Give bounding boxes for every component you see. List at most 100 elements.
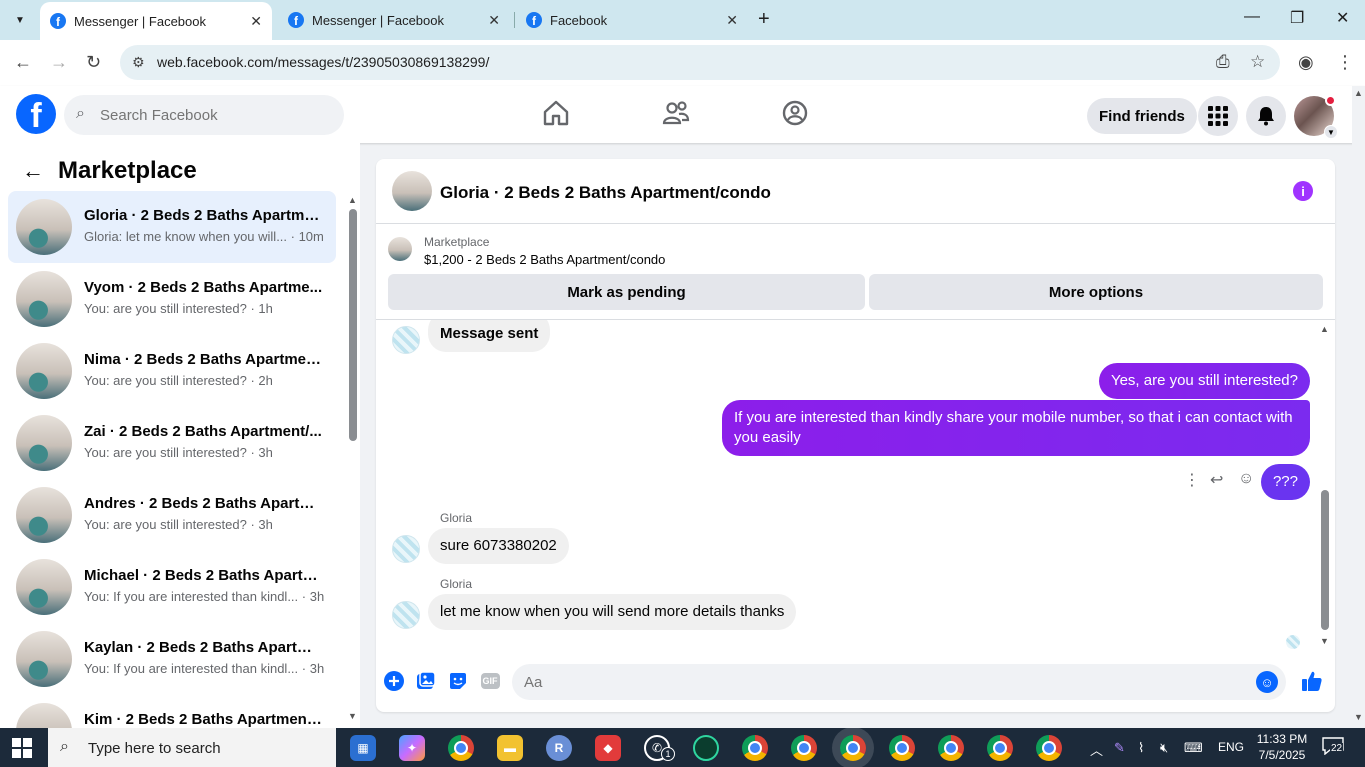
scrollbar-thumb[interactable]: [349, 209, 357, 441]
taskbar-search[interactable]: ⌕ Type here to search: [48, 728, 336, 767]
gif-icon[interactable]: GIF: [479, 670, 501, 692]
back-arrow-icon[interactable]: ←: [22, 158, 44, 184]
minimize-icon[interactable]: —: [1244, 8, 1260, 26]
emoji-icon[interactable]: ☺: [1256, 671, 1278, 693]
sidebar-scrollbar[interactable]: ▲ ▼: [346, 195, 358, 725]
windows-start-icon[interactable]: [12, 738, 32, 758]
scroll-up-arrow-icon[interactable]: ▲: [1354, 88, 1363, 98]
chrome-profile-icon[interactable]: [1036, 735, 1062, 761]
message-bubble[interactable]: let me know when you will send more deta…: [428, 594, 797, 630]
sticker-icon[interactable]: [447, 670, 469, 692]
conversation-item[interactable]: Kaylan · 2 Beds 2 Baths Apartme... You: …: [8, 623, 336, 695]
info-icon[interactable]: i: [1293, 181, 1313, 201]
language-indicator[interactable]: ENG: [1218, 740, 1244, 754]
conversation-item[interactable]: Vyom · 2 Beds 2 Baths Apartme... You: ar…: [8, 263, 336, 335]
page-scrollbar[interactable]: ▲ ▼: [1352, 86, 1365, 728]
back-arrow-icon[interactable]: ←: [14, 52, 32, 73]
tab-messenger-1[interactable]: f Messenger | Facebook ✕: [40, 2, 272, 40]
find-friends-button[interactable]: Find friends: [1087, 98, 1197, 134]
anydesk-icon[interactable]: ◆: [595, 735, 621, 761]
keyboard-icon[interactable]: ⌨: [1184, 740, 1203, 756]
chrome-icon[interactable]: [448, 735, 474, 761]
copilot-icon[interactable]: ✦: [399, 735, 425, 761]
r-app-icon[interactable]: R: [546, 735, 572, 761]
microsoft-store-icon[interactable]: ▦: [350, 735, 376, 761]
facebook-favicon-icon: f: [50, 13, 66, 29]
new-tab-plus-icon[interactable]: +: [758, 8, 770, 31]
tab-close-icon[interactable]: ✕: [488, 12, 500, 29]
conversation-name: Andres · 2 Beds 2 Baths Apartm...: [84, 495, 324, 512]
chrome-profile-icon[interactable]: [987, 735, 1013, 761]
browser-menu-icon[interactable]: ⋮: [1336, 52, 1354, 73]
tab-close-icon[interactable]: ✕: [726, 12, 738, 29]
notification-center-icon[interactable]: 22: [1322, 737, 1352, 757]
scroll-down-arrow-icon[interactable]: ▼: [348, 711, 357, 721]
bookmark-star-icon[interactable]: ☆: [1250, 52, 1265, 72]
tab-facebook[interactable]: f Facebook ✕: [516, 0, 748, 40]
account-avatar[interactable]: ▼: [1294, 95, 1338, 139]
facebook-logo[interactable]: f: [16, 94, 56, 134]
friends-icon[interactable]: [661, 98, 691, 128]
groups-icon[interactable]: [780, 98, 810, 128]
chrome-profile-icon[interactable]: [791, 735, 817, 761]
scroll-down-arrow-icon[interactable]: ▼: [1320, 636, 1329, 646]
profile-icon[interactable]: ◉: [1298, 52, 1314, 73]
network-icon[interactable]: ⌇: [1138, 740, 1144, 756]
more-actions-icon[interactable]: ⋮: [1184, 470, 1200, 490]
chat-scrollbar[interactable]: ▲ ▼: [1319, 324, 1331, 649]
message-input-wrapper[interactable]: ☺: [512, 664, 1286, 700]
chat-title[interactable]: Gloria · 2 Beds 2 Baths Apartment/condo: [440, 183, 771, 203]
chrome-profile-icon[interactable]: [938, 735, 964, 761]
home-icon[interactable]: [541, 98, 571, 128]
message-bubble-outgoing[interactable]: ???: [1260, 464, 1310, 500]
message-bubble[interactable]: sure 6073380202: [428, 528, 569, 564]
taskbar-clock[interactable]: 11:33 PM 7/5/2025: [1252, 731, 1312, 763]
scroll-up-arrow-icon[interactable]: ▲: [348, 195, 357, 205]
react-emoji-icon[interactable]: ☺: [1238, 470, 1254, 488]
site-info-icon[interactable]: ⚙: [132, 54, 145, 71]
conversation-item[interactable]: Zai · 2 Beds 2 Baths Apartment/... You: …: [8, 407, 336, 479]
conversation-item[interactable]: Michael · 2 Beds 2 Baths Apartm... You: …: [8, 551, 336, 623]
tab-messenger-2[interactable]: f Messenger | Facebook ✕: [278, 0, 510, 40]
address-bar[interactable]: ⚙ web.facebook.com/messages/t/2390503086…: [120, 45, 1280, 80]
conversation-snippet: You: If you are interested than kindl...…: [84, 661, 325, 676]
search-input[interactable]: [100, 95, 330, 135]
tab-search-chevron-icon[interactable]: ▼: [8, 8, 32, 32]
more-options-button[interactable]: More options: [869, 274, 1323, 310]
conversation-item[interactable]: Kim · 2 Beds 2 Baths Apartment...: [8, 695, 336, 728]
volume-muted-icon[interactable]: 🔇︎: [1160, 740, 1168, 756]
edge-app-icon[interactable]: [693, 735, 719, 761]
window-close-icon[interactable]: ✕: [1336, 8, 1349, 28]
thumbs-up-icon[interactable]: [1301, 670, 1323, 692]
chrome-profile-icon[interactable]: [742, 735, 768, 761]
chat-listing-thumbnail[interactable]: [392, 171, 432, 211]
chrome-profile-icon[interactable]: [889, 735, 915, 761]
tab-close-icon[interactable]: ✕: [250, 13, 262, 30]
scroll-up-arrow-icon[interactable]: ▲: [1320, 324, 1329, 334]
facebook-search[interactable]: ⌕: [64, 95, 344, 135]
pen-icon[interactable]: ✎: [1114, 740, 1125, 756]
scroll-down-arrow-icon[interactable]: ▼: [1354, 712, 1363, 722]
mark-as-pending-button[interactable]: Mark as pending: [388, 274, 865, 310]
message-input[interactable]: [524, 664, 1224, 700]
reply-icon[interactable]: ↩: [1210, 470, 1223, 490]
restore-icon[interactable]: ❐: [1290, 8, 1304, 28]
notifications-bell-icon[interactable]: [1246, 96, 1286, 136]
message-bubble-outgoing[interactable]: Yes, are you still interested?: [1098, 363, 1310, 399]
url-text[interactable]: web.facebook.com/messages/t/239050308691…: [157, 54, 489, 70]
conversation-item[interactable]: Andres · 2 Beds 2 Baths Apartm... You: a…: [8, 479, 336, 551]
reload-icon[interactable]: ↻: [86, 52, 101, 73]
menu-grid-icon[interactable]: [1198, 96, 1238, 136]
message-bubble-outgoing[interactable]: If you are interested than kindly share …: [722, 400, 1310, 456]
conversation-item[interactable]: Gloria · 2 Beds 2 Baths Apartme... Glori…: [8, 191, 336, 263]
forward-arrow-icon[interactable]: →: [50, 52, 68, 73]
message-bubble[interactable]: Message sent: [428, 320, 551, 352]
conversation-item[interactable]: Nima · 2 Beds 2 Baths Apartmen... You: a…: [8, 335, 336, 407]
scrollbar-thumb[interactable]: [1321, 490, 1329, 630]
plus-circle-icon[interactable]: [383, 670, 405, 692]
tray-chevron-up-icon[interactable]: ︿: [1090, 740, 1103, 759]
photo-icon[interactable]: [415, 670, 437, 692]
file-explorer-icon[interactable]: ▬: [497, 735, 523, 761]
install-app-icon[interactable]: ⎙: [1216, 52, 1230, 72]
chrome-profile-active-icon[interactable]: [840, 735, 866, 761]
